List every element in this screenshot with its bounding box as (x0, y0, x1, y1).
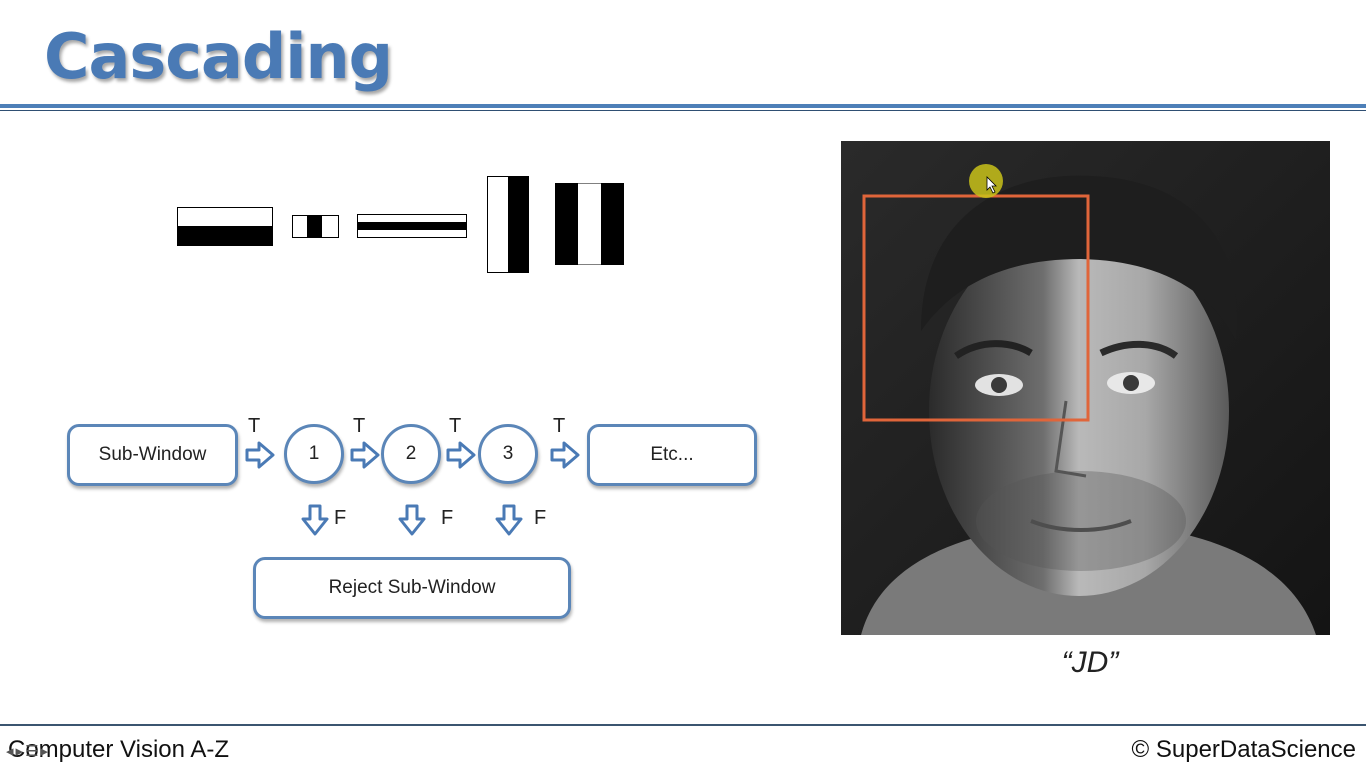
false-label: F (441, 507, 454, 529)
haar-feature-four-rect (555, 183, 624, 265)
etc-box: Etc... (587, 424, 757, 486)
true-label: T (449, 415, 462, 437)
title-rule (0, 104, 1366, 108)
stage-label-2: 2 (405, 443, 417, 464)
reject-sub-window-label: Reject Sub-Window (328, 577, 496, 598)
stage-circle-2: 2 (381, 424, 441, 484)
player-controls[interactable]: ◂▸☰▸ (6, 742, 50, 760)
right-arrow-icon (550, 441, 580, 469)
haar-feature-thin-line (357, 214, 467, 238)
false-label: F (334, 507, 347, 529)
prev-icon[interactable]: ◂ (6, 743, 16, 760)
stage-circle-1: 1 (284, 424, 344, 484)
title-rule-thin (0, 110, 1366, 111)
menu-icon[interactable]: ☰ (25, 743, 40, 760)
right-arrow-icon (350, 441, 380, 469)
true-label: T (353, 415, 366, 437)
stage-label-1: 1 (308, 443, 320, 464)
cursor-highlight (969, 164, 1003, 198)
down-arrow-icon (495, 504, 523, 536)
haar-feature-edge-vertical (487, 176, 529, 273)
footer-copyright: © SuperDataScience (1131, 736, 1356, 763)
haar-feature-small-line (292, 215, 339, 238)
slide-title: Cascading (44, 20, 393, 93)
stage-circle-3: 3 (478, 424, 538, 484)
false-label: F (534, 507, 547, 529)
face-photo-illustration (841, 141, 1330, 635)
sub-window-box: Sub-Window (67, 424, 238, 486)
face-photo (841, 141, 1330, 635)
sub-window-label: Sub-Window (98, 444, 207, 465)
photo-caption: “JD” (1061, 646, 1119, 679)
true-label: T (553, 415, 566, 437)
play-icon[interactable]: ▸ (16, 743, 26, 760)
true-label: T (248, 415, 261, 437)
next-icon[interactable]: ▸ (41, 743, 51, 760)
haar-feature-edge-horizontal (177, 207, 273, 246)
reject-sub-window-box: Reject Sub-Window (253, 557, 571, 619)
down-arrow-icon (301, 504, 329, 536)
down-arrow-icon (398, 504, 426, 536)
right-arrow-icon (446, 441, 476, 469)
right-arrow-icon (245, 441, 275, 469)
footer-rule (0, 724, 1366, 726)
etc-label: Etc... (650, 444, 694, 465)
stage-label-3: 3 (502, 443, 514, 464)
